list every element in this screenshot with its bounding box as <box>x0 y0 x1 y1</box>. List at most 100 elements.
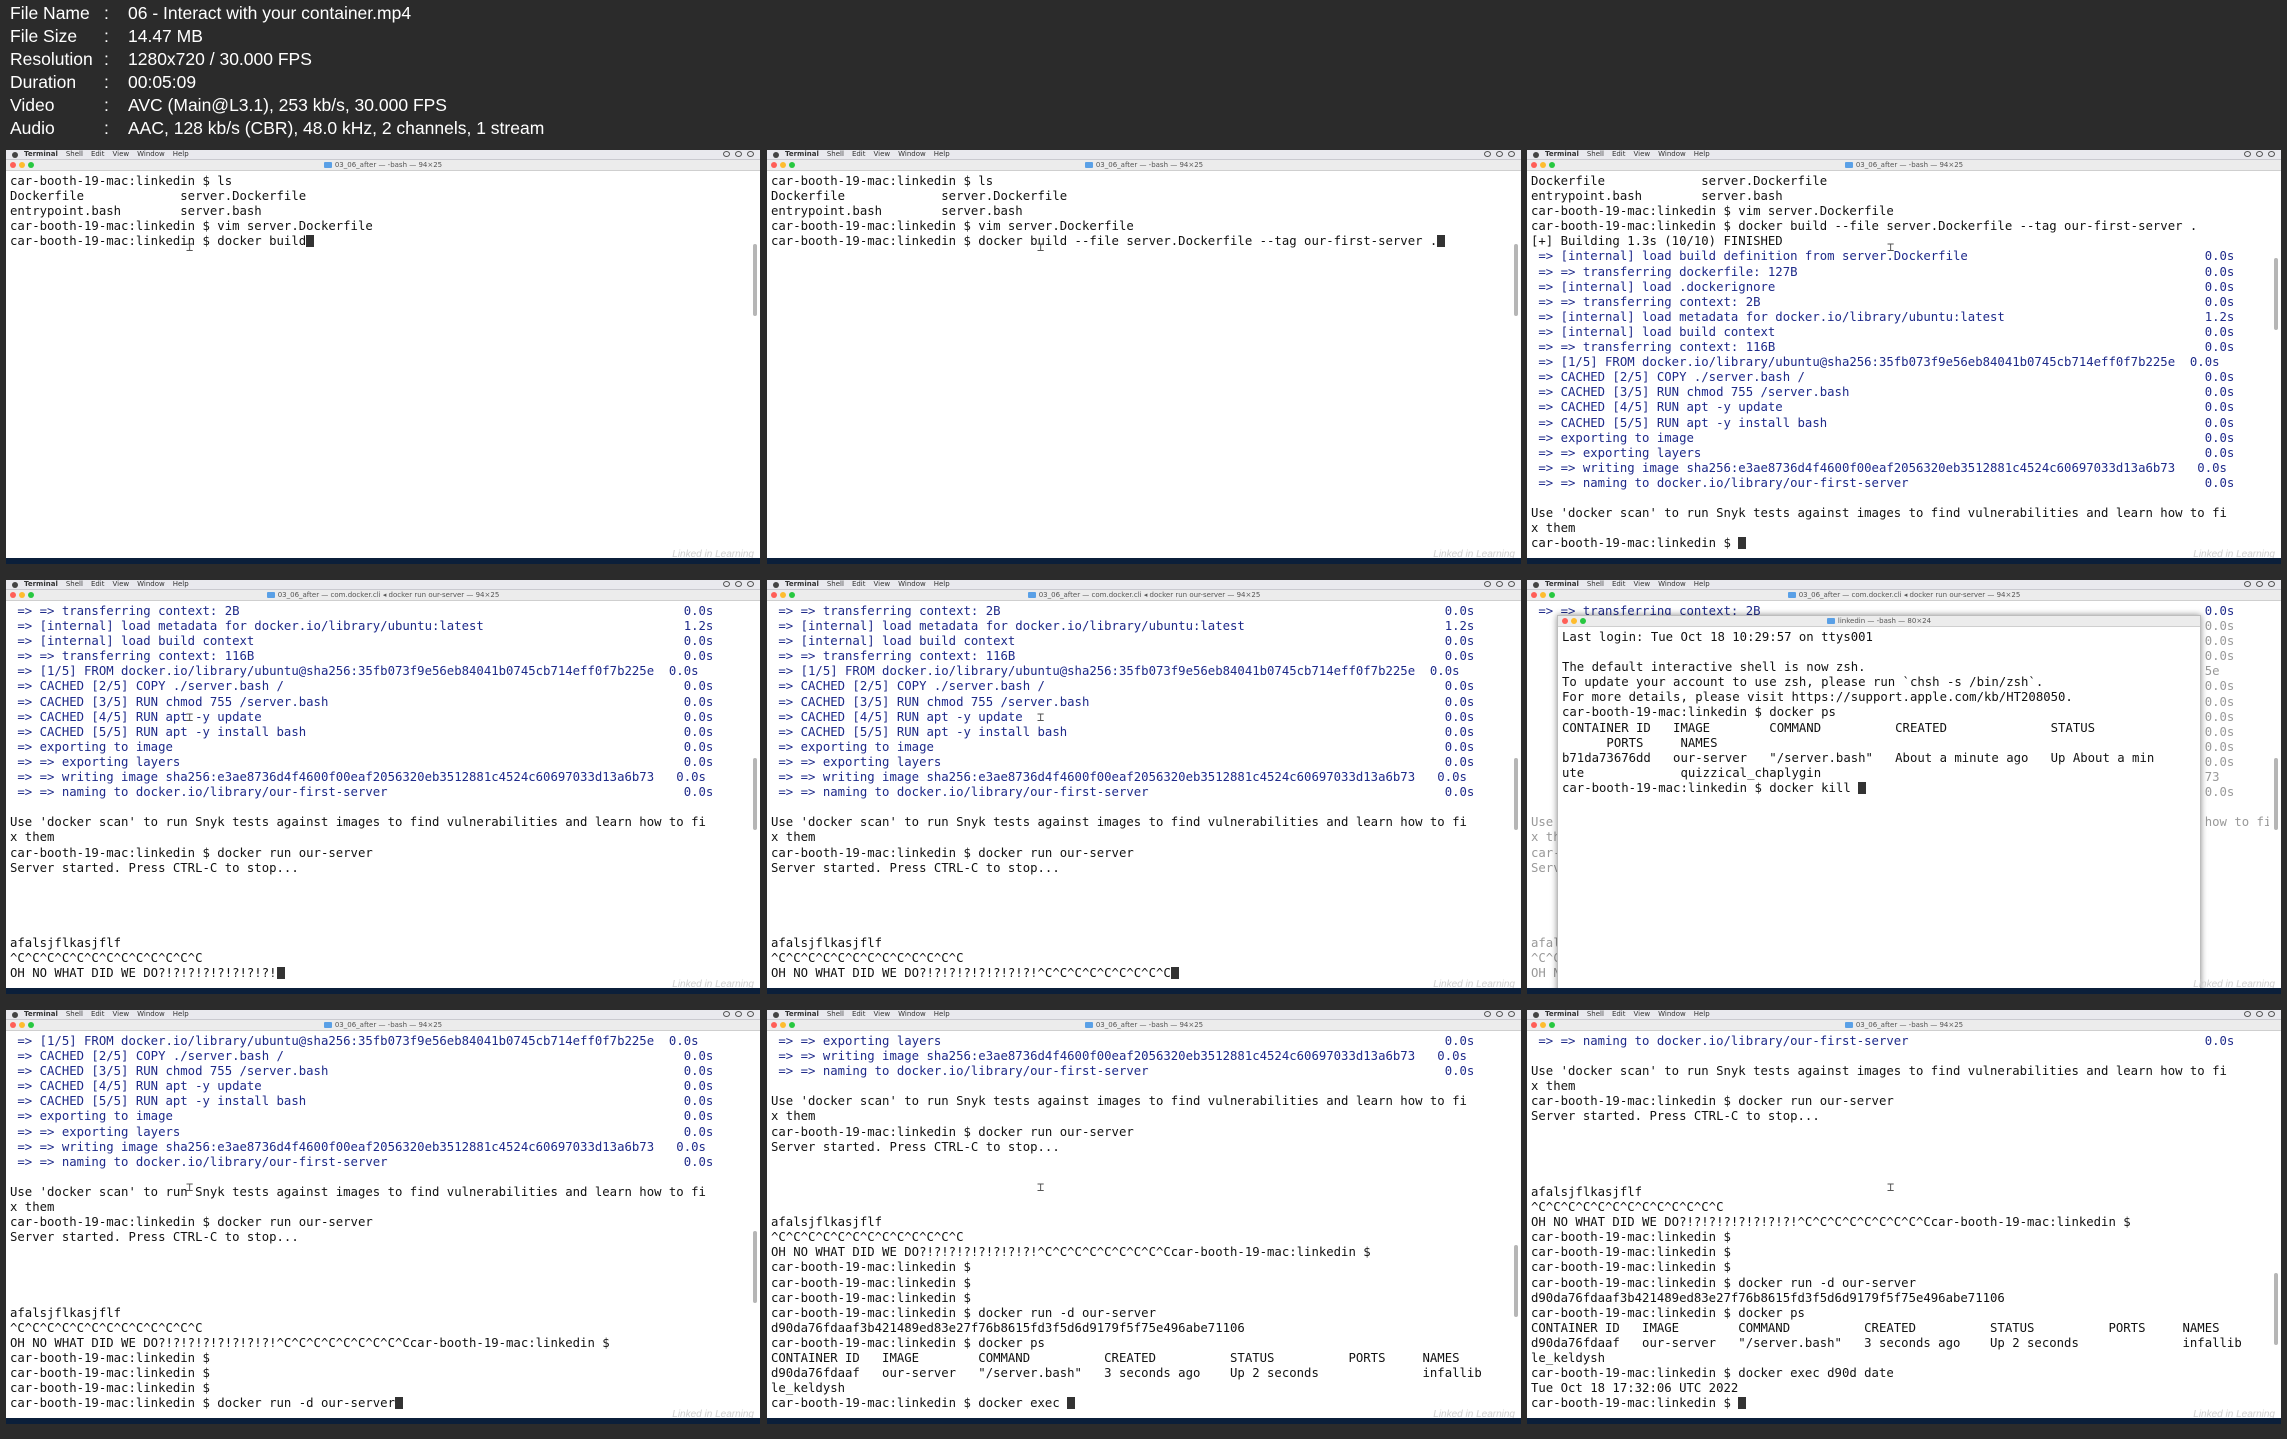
zoom-button[interactable] <box>789 592 795 598</box>
terminal-output[interactable]: car-booth-19-mac:linkedin $ ls Dockerfile… <box>771 174 1509 550</box>
menu-item[interactable]: Terminal <box>1545 150 1579 159</box>
menu-item[interactable]: Help <box>1694 150 1710 159</box>
zoom-button[interactable] <box>28 1022 34 1028</box>
menu-item[interactable]: View <box>874 580 891 589</box>
minimize-button[interactable] <box>1571 618 1577 624</box>
menu-item[interactable]: View <box>1634 580 1651 589</box>
menu-item[interactable]: Window <box>137 1010 165 1019</box>
menu-item[interactable]: Edit <box>91 150 105 159</box>
wifi-icon[interactable] <box>723 581 730 587</box>
scrollbar[interactable] <box>1514 604 1518 972</box>
search-icon[interactable] <box>735 151 742 157</box>
terminal-output[interactable]: Dockerfile server.Dockerfile entrypoint.b… <box>1531 174 2269 550</box>
menu-item[interactable]: Terminal <box>785 1010 819 1019</box>
menu-item[interactable]: Edit <box>852 580 866 589</box>
menu-item[interactable]: View <box>874 150 891 159</box>
control-center-icon[interactable] <box>2268 151 2275 157</box>
scrollbar[interactable] <box>1514 1034 1518 1402</box>
scrollbar[interactable] <box>1514 174 1518 542</box>
menu-item[interactable]: Terminal <box>1545 1010 1579 1019</box>
scrollbar[interactable] <box>2274 1034 2278 1402</box>
minimize-button[interactable] <box>780 1022 786 1028</box>
search-icon[interactable] <box>2256 581 2263 587</box>
menu-item[interactable]: Shell <box>827 150 844 159</box>
apple-icon[interactable] <box>12 151 18 158</box>
menu-item[interactable]: Shell <box>66 150 83 159</box>
close-button[interactable] <box>10 1022 16 1028</box>
zoom-button[interactable] <box>28 162 34 168</box>
apple-icon[interactable] <box>773 1011 779 1018</box>
menu-item[interactable]: Window <box>1658 150 1686 159</box>
menu-item[interactable]: Terminal <box>1545 580 1579 589</box>
menu-item[interactable]: Edit <box>1612 1010 1626 1019</box>
menu-item[interactable]: Help <box>1694 1010 1710 1019</box>
menu-item[interactable]: View <box>113 580 130 589</box>
control-center-icon[interactable] <box>2268 1011 2275 1017</box>
menu-item[interactable]: Shell <box>827 1010 844 1019</box>
menu-item[interactable]: Help <box>934 1010 950 1019</box>
menu-item[interactable]: Window <box>137 150 165 159</box>
menu-item[interactable]: Help <box>934 580 950 589</box>
zoom-button[interactable] <box>1549 162 1555 168</box>
minimize-button[interactable] <box>1540 592 1546 598</box>
minimize-button[interactable] <box>780 592 786 598</box>
menu-item[interactable]: Shell <box>827 580 844 589</box>
search-icon[interactable] <box>2256 151 2263 157</box>
terminal-output[interactable]: car-booth-19-mac:linkedin $ ls Dockerfile… <box>10 174 748 550</box>
scrollbar[interactable] <box>2274 174 2278 542</box>
scrollbar-thumb[interactable] <box>753 244 757 317</box>
search-icon[interactable] <box>1496 581 1503 587</box>
minimize-button[interactable] <box>1540 1022 1546 1028</box>
scrollbar-thumb[interactable] <box>753 758 757 831</box>
menu-item[interactable]: Help <box>1694 580 1710 589</box>
wifi-icon[interactable] <box>2244 151 2251 157</box>
apple-icon[interactable] <box>1533 581 1539 588</box>
minimize-button[interactable] <box>19 1022 25 1028</box>
search-icon[interactable] <box>735 1011 742 1017</box>
wifi-icon[interactable] <box>1484 151 1491 157</box>
wifi-icon[interactable] <box>1484 1011 1491 1017</box>
zoom-button[interactable] <box>28 592 34 598</box>
search-icon[interactable] <box>2256 1011 2263 1017</box>
menu-item[interactable]: View <box>113 1010 130 1019</box>
control-center-icon[interactable] <box>747 581 754 587</box>
terminal-output[interactable]: => => naming to docker.io/library/our-fi… <box>1531 1034 2269 1410</box>
menu-item[interactable]: Terminal <box>24 150 58 159</box>
menu-item[interactable]: Window <box>898 580 926 589</box>
scrollbar-thumb[interactable] <box>2274 258 2278 331</box>
menu-item[interactable]: Window <box>137 580 165 589</box>
menu-item[interactable]: Edit <box>852 150 866 159</box>
wifi-icon[interactable] <box>2244 581 2251 587</box>
close-button[interactable] <box>1562 618 1568 624</box>
wifi-icon[interactable] <box>723 1011 730 1017</box>
menu-item[interactable]: Edit <box>1612 580 1626 589</box>
apple-icon[interactable] <box>12 581 18 588</box>
apple-icon[interactable] <box>773 581 779 588</box>
zoom-button[interactable] <box>1549 592 1555 598</box>
menu-item[interactable]: View <box>1634 1010 1651 1019</box>
menu-item[interactable]: View <box>1634 150 1651 159</box>
close-button[interactable] <box>10 592 16 598</box>
terminal-output[interactable]: => => transferring context: 2B 0.0s => [… <box>10 604 748 980</box>
menu-item[interactable]: Help <box>173 1010 189 1019</box>
scrollbar-thumb[interactable] <box>2274 1272 2278 1345</box>
wifi-icon[interactable] <box>2244 1011 2251 1017</box>
control-center-icon[interactable] <box>1508 151 1515 157</box>
menu-item[interactable]: Shell <box>1587 150 1604 159</box>
menu-item[interactable]: Edit <box>1612 150 1626 159</box>
scrollbar[interactable] <box>753 604 757 972</box>
scrollbar-thumb[interactable] <box>1514 244 1518 317</box>
menu-item[interactable]: Help <box>934 150 950 159</box>
terminal-output[interactable]: => => exporting layers 0.0s => => writin… <box>771 1034 1509 1410</box>
control-center-icon[interactable] <box>747 151 754 157</box>
menu-item[interactable]: Shell <box>1587 580 1604 589</box>
menu-item[interactable]: View <box>113 150 130 159</box>
zoom-button[interactable] <box>1580 618 1586 624</box>
minimize-button[interactable] <box>780 162 786 168</box>
overlay-terminal-window[interactable]: linkedin — -bash — 80×24 Last login: Tue … <box>1557 615 2201 994</box>
menu-item[interactable]: Help <box>173 580 189 589</box>
wifi-icon[interactable] <box>1484 581 1491 587</box>
close-button[interactable] <box>771 162 777 168</box>
scrollbar-thumb[interactable] <box>1514 1244 1518 1317</box>
close-button[interactable] <box>10 162 16 168</box>
